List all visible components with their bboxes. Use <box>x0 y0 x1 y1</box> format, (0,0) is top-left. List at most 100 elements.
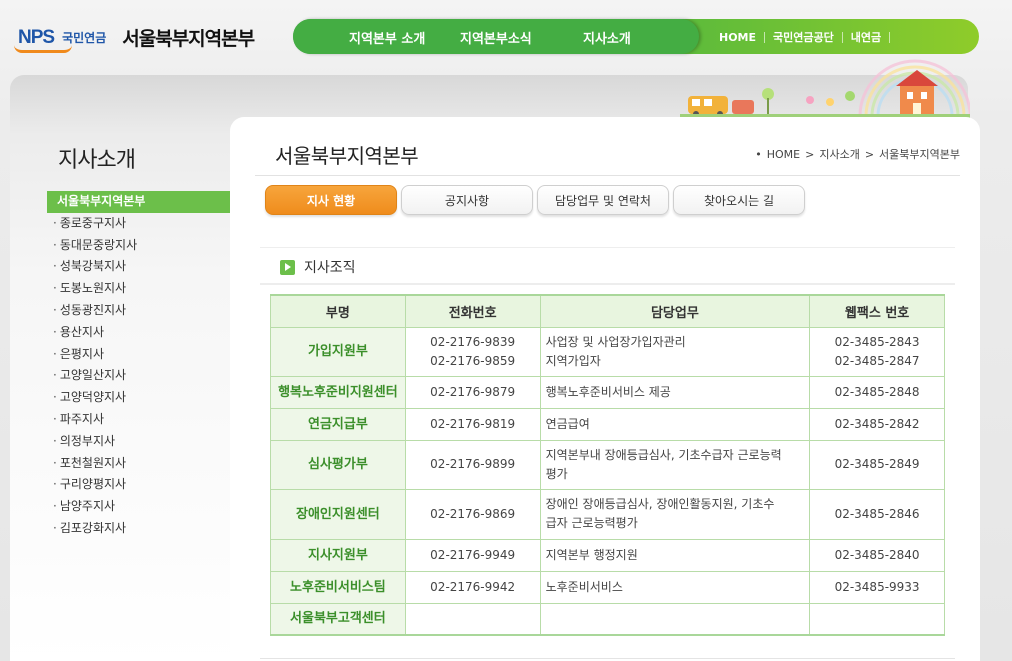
sidebar-item-branch[interactable]: · 파주지사 <box>47 409 247 431</box>
tab-directions[interactable]: 찾아오시는 길 <box>673 185 805 215</box>
col-header-duty: 담당업무 <box>539 294 811 328</box>
duty-cell: 지역본부 행정지원 <box>539 538 811 572</box>
duty-cell: 행복노후준비서비스 제공 <box>539 375 811 409</box>
breadcrumb-current: 서울북부지역본부 <box>879 148 960 161</box>
table-row: 지사지원부 02-2176-9949 지역본부 행정지원 02-3485-284… <box>270 538 945 572</box>
duty-cell: 장애인 장애등급심사, 장애인활동지원, 기초수 급자 근로능력평가 <box>539 488 811 540</box>
tab-notices[interactable]: 공지사항 <box>401 185 533 215</box>
tab-bar: 지사 현황 공지사항 담당업무 및 연락처 찾아오시는 길 <box>265 185 805 215</box>
tab-branch-status[interactable]: 지사 현황 <box>265 185 397 215</box>
menu-region-news[interactable]: 지역본부소식 <box>460 28 532 47</box>
duty-cell: 지역본부내 장애등급심사, 기초수급자 근로능력 평가 <box>539 439 811 490</box>
global-nav-bar: 지역본부 소개 지역본부소식 지사소개 HOME 국민연금공단 내연금 <box>293 19 979 54</box>
table-row: 연금지급부 02-2176-9819 연금급여 02-3485-2842 <box>270 407 945 441</box>
table-row: 심사평가부 02-2176-9899 지역본부내 장애등급심사, 기초수급자 근… <box>270 439 945 490</box>
site-title: 서울북부지역본부 <box>122 28 255 50</box>
tab-duties-contacts[interactable]: 담당업무 및 연락처 <box>537 185 669 215</box>
sidebar-title: 지사소개 <box>58 148 136 173</box>
util-divider <box>889 31 891 43</box>
col-header-phone: 전화번호 <box>404 294 541 328</box>
sidebar-item-branch[interactable]: · 포천철원지사 <box>47 453 247 475</box>
sidebar-item-branch[interactable]: · 성동광진지사 <box>47 300 247 322</box>
phone-cell: 02-2176-9899 <box>404 439 541 490</box>
util-nps-link[interactable]: 국민연금공단 <box>773 29 834 45</box>
page-title: 서울북부지역본부 <box>275 144 419 168</box>
phone-cell <box>404 602 541 636</box>
phone-cell: 02-2176-9839 02-2176-9859 <box>404 326 541 377</box>
dept-cell: 행복노후준비지원센터 <box>270 375 406 409</box>
sidebar-menu: 서울북부지역본부 · 종로중구지사 · 동대문중랑지사 · 성북강북지사 · 도봉노원지… <box>47 191 247 540</box>
sidebar-item-branch[interactable]: · 고양덕양지사 <box>47 387 247 409</box>
breadcrumb-home[interactable]: HOME <box>767 148 800 161</box>
bullet-icon: • <box>755 147 762 161</box>
fax-cell <box>809 602 945 636</box>
fax-cell: 02-3485-2842 <box>809 407 945 441</box>
sidebar-item-branch[interactable]: · 고양일산지사 <box>47 365 247 387</box>
dept-cell: 서울북부고객센터 <box>270 602 406 636</box>
table-row: 서울북부고객센터 <box>270 602 945 636</box>
duty-cell <box>539 602 811 636</box>
util-divider <box>841 31 843 43</box>
play-arrow-icon <box>280 259 295 275</box>
col-header-dept: 부명 <box>270 294 406 328</box>
duty-cell: 사업장 및 사업장가입자관리 지역가입자 <box>539 326 811 377</box>
table-row: 노후준비서비스팀 02-2176-9942 노후준비서비스 02-3485-99… <box>270 570 945 604</box>
sidebar-item-branch[interactable]: · 구리양평지사 <box>47 474 247 496</box>
nps-logo[interactable]: NPS 국민연금 서울북부지역본부 <box>14 24 255 53</box>
util-home-link[interactable]: HOME <box>719 31 756 44</box>
menu-branch-intro[interactable]: 지사소개 <box>583 28 631 47</box>
fax-cell: 02-3485-2848 <box>809 375 945 409</box>
town-illustration <box>680 59 970 118</box>
logo-sub-text: 국민연금 <box>62 31 107 45</box>
phone-cell: 02-2176-9869 <box>404 488 541 540</box>
sidebar-item-branch[interactable]: · 동대문중랑지사 <box>47 235 247 257</box>
section-title: 지사조직 <box>304 260 356 276</box>
sidebar-item-branch[interactable]: · 성북강북지사 <box>47 256 247 278</box>
sidebar-item-branch[interactable]: · 도봉노원지사 <box>47 278 247 300</box>
org-table: 부명 전화번호 담당업무 웹팩스 번호 가입지원부 02-2176-9839 02… <box>270 294 945 636</box>
phone-cell: 02-2176-9942 <box>404 570 541 604</box>
dept-cell: 노후준비서비스팀 <box>270 570 406 604</box>
fax-cell: 02-3485-2849 <box>809 439 945 490</box>
table-row: 가입지원부 02-2176-9839 02-2176-9859 사업장 및 사업장… <box>270 326 945 377</box>
sidebar-item-seoul-north-hq[interactable]: 서울북부지역본부 <box>47 191 247 213</box>
sidebar-item-branch[interactable]: · 용산지사 <box>47 322 247 344</box>
dept-cell: 연금지급부 <box>270 407 406 441</box>
col-header-fax: 웹팩스 번호 <box>809 294 945 328</box>
divider <box>260 283 955 285</box>
sidebar-item-branch[interactable]: · 종로중구지사 <box>47 213 247 235</box>
dept-cell: 장애인지원센터 <box>270 488 406 540</box>
main-menu: 지역본부 소개 지역본부소식 지사소개 <box>293 19 699 54</box>
util-my-pension-link[interactable]: 내연금 <box>851 29 881 45</box>
dept-cell: 지사지원부 <box>270 538 406 572</box>
breadcrumb: • HOME > 지사소개 > 서울북부지역본부 <box>755 146 960 162</box>
content-area: 서울북부지역본부 • HOME > 지사소개 > 서울북부지역본부 지사 현황 … <box>230 117 980 661</box>
fax-cell: 02-3485-2846 <box>809 488 945 540</box>
chevron-right-icon: > <box>805 147 815 161</box>
nps-logo-mark: NPS <box>14 27 72 53</box>
sidebar-item-branch[interactable]: · 은평지사 <box>47 344 247 366</box>
table-row: 행복노후준비지원센터 02-2176-9879 행복노후준비서비스 제공 02-… <box>270 375 945 409</box>
divider <box>260 658 955 659</box>
phone-cell: 02-2176-9819 <box>404 407 541 441</box>
table-row: 장애인지원센터 02-2176-9869 장애인 장애등급심사, 장애인활동지원… <box>270 488 945 540</box>
util-divider <box>764 31 766 43</box>
dept-cell: 심사평가부 <box>270 439 406 490</box>
table-header-row: 부명 전화번호 담당업무 웹팩스 번호 <box>270 294 945 328</box>
fax-cell: 02-3485-2843 02-3485-2847 <box>809 326 945 377</box>
duty-cell: 노후준비서비스 <box>539 570 811 604</box>
duty-cell: 연금급여 <box>539 407 811 441</box>
breadcrumb-branch-intro[interactable]: 지사소개 <box>819 146 859 162</box>
fax-cell: 02-3485-9933 <box>809 570 945 604</box>
menu-region-intro[interactable]: 지역본부 소개 <box>349 28 425 47</box>
dept-cell: 가입지원부 <box>270 326 406 377</box>
sidebar-item-branch[interactable]: · 김포강화지사 <box>47 518 247 540</box>
section-header: 지사조직 <box>280 257 356 277</box>
divider <box>260 247 955 248</box>
utility-menu: HOME 국민연금공단 내연금 <box>719 29 898 45</box>
fax-cell: 02-3485-2840 <box>809 538 945 572</box>
sidebar-item-branch[interactable]: · 남양주지사 <box>47 496 247 518</box>
phone-cell: 02-2176-9949 <box>404 538 541 572</box>
phone-cell: 02-2176-9879 <box>404 375 541 409</box>
sidebar-item-branch[interactable]: · 의정부지사 <box>47 431 247 453</box>
